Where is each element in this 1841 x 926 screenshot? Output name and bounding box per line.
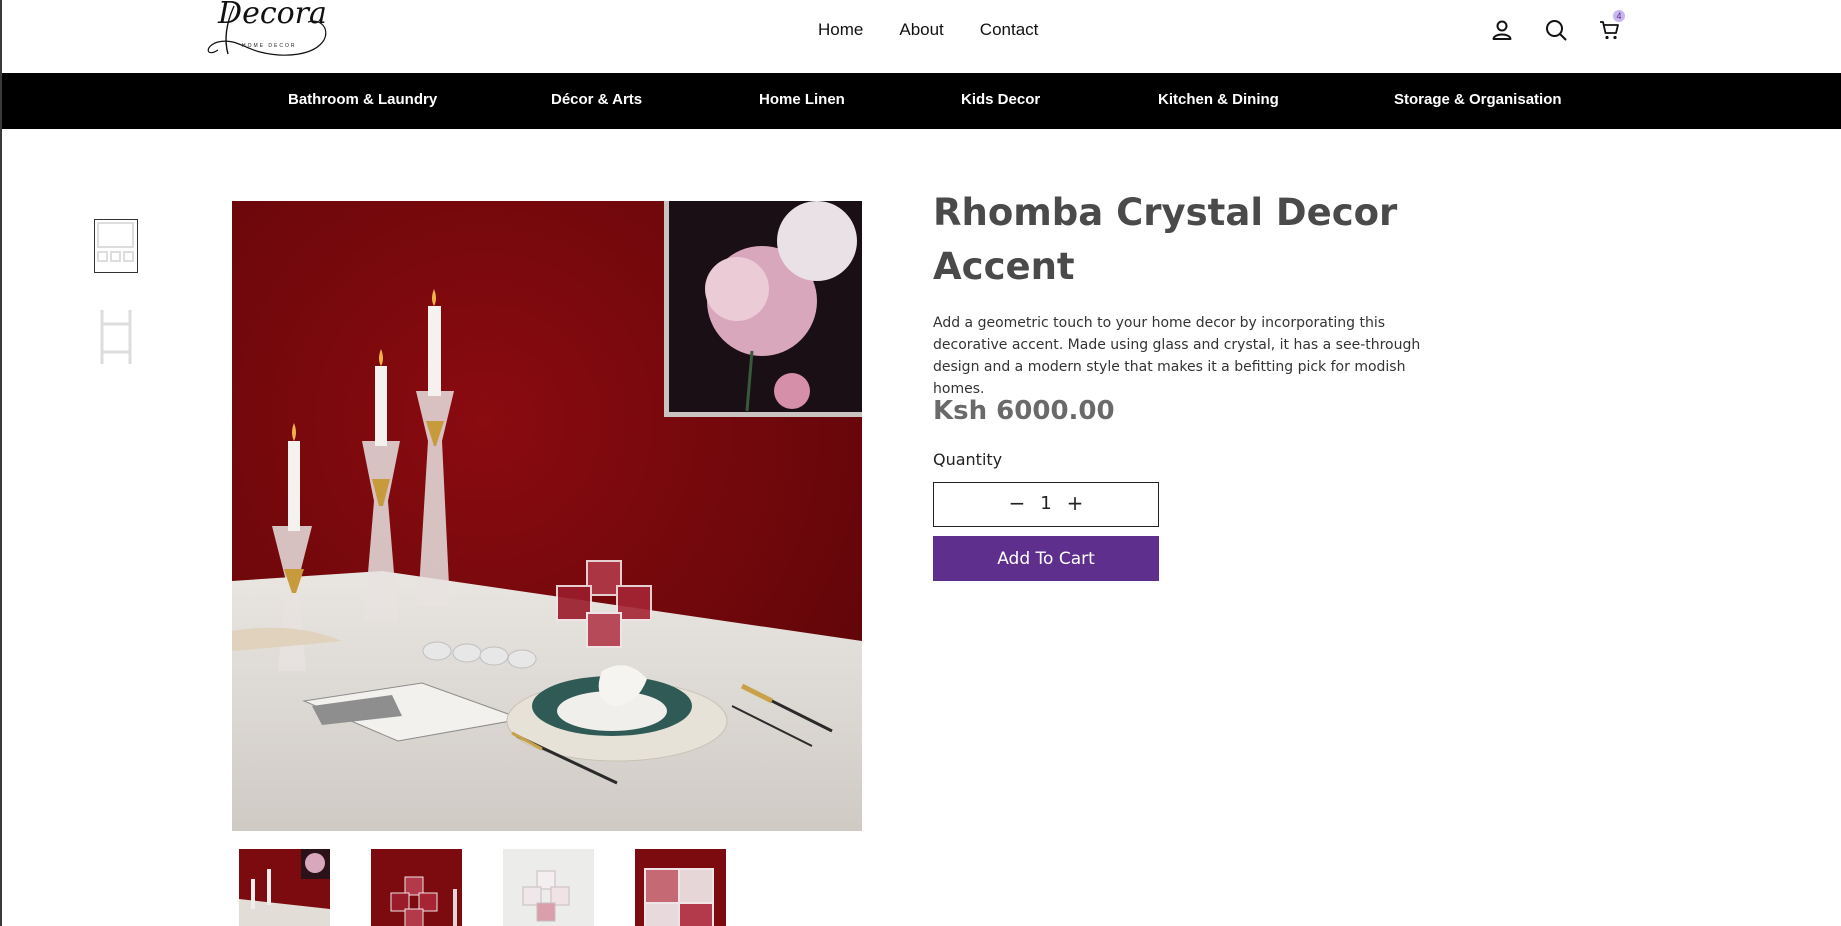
- image-placeholder-icon: [100, 310, 132, 364]
- quantity-decrease-button[interactable]: −: [1006, 491, 1028, 517]
- logo[interactable]: Decora HOME DECOR: [204, 0, 328, 62]
- logo-text: Decora: [218, 0, 327, 31]
- cart-count-badge: 4: [1613, 10, 1625, 22]
- category-decor-arts[interactable]: Décor & Arts: [551, 91, 642, 108]
- product-description: Add a geometric touch to your home decor…: [933, 315, 1421, 397]
- image-placeholder-icon: [97, 222, 134, 262]
- thumbnail-2[interactable]: [371, 849, 462, 926]
- cart-icon[interactable]: 4: [1598, 10, 1625, 42]
- add-to-cart-button[interactable]: Add To Cart: [933, 536, 1159, 581]
- thumbnail-4[interactable]: [635, 849, 726, 926]
- product-price: Ksh 6000.00: [933, 396, 1115, 426]
- product-title: Rhomba Crystal Decor Accent: [933, 191, 1398, 288]
- nav-about-link[interactable]: About: [899, 20, 943, 40]
- quantity-increase-button[interactable]: +: [1064, 491, 1086, 517]
- category-home-linen[interactable]: Home Linen: [759, 91, 845, 108]
- site-header: Decora HOME DECOR Home About Contact 4: [2, 0, 1841, 73]
- quantity-stepper: − 1 +: [933, 482, 1159, 527]
- thumbnail-1[interactable]: [239, 849, 330, 926]
- side-thumbnail-1[interactable]: [94, 219, 138, 273]
- quantity-value[interactable]: 1: [1038, 493, 1054, 514]
- logo-subtitle: HOME DECOR: [242, 43, 297, 49]
- category-storage-organisation[interactable]: Storage & Organisation: [1394, 91, 1562, 108]
- nav-contact-link[interactable]: Contact: [980, 20, 1039, 40]
- product-main-image[interactable]: [232, 201, 862, 831]
- thumbnail-3[interactable]: [503, 849, 594, 926]
- category-bar: Bathroom & Laundry Décor & Arts Home Lin…: [2, 73, 1841, 129]
- user-icon[interactable]: [1490, 18, 1514, 42]
- thumbnail-strip: [239, 849, 726, 926]
- category-kids-decor[interactable]: Kids Decor: [961, 91, 1040, 108]
- quantity-label: Quantity: [933, 450, 1003, 469]
- header-actions: 4: [1490, 10, 1625, 42]
- category-kitchen-dining[interactable]: Kitchen & Dining: [1158, 91, 1279, 108]
- page-edge: [0, 0, 2, 926]
- search-icon[interactable]: [1544, 18, 1568, 42]
- top-navigation: Home About Contact: [818, 20, 1038, 40]
- side-thumbnail-2[interactable]: [94, 308, 138, 364]
- nav-home-link[interactable]: Home: [818, 20, 863, 40]
- category-bathroom-laundry[interactable]: Bathroom & Laundry: [288, 91, 437, 108]
